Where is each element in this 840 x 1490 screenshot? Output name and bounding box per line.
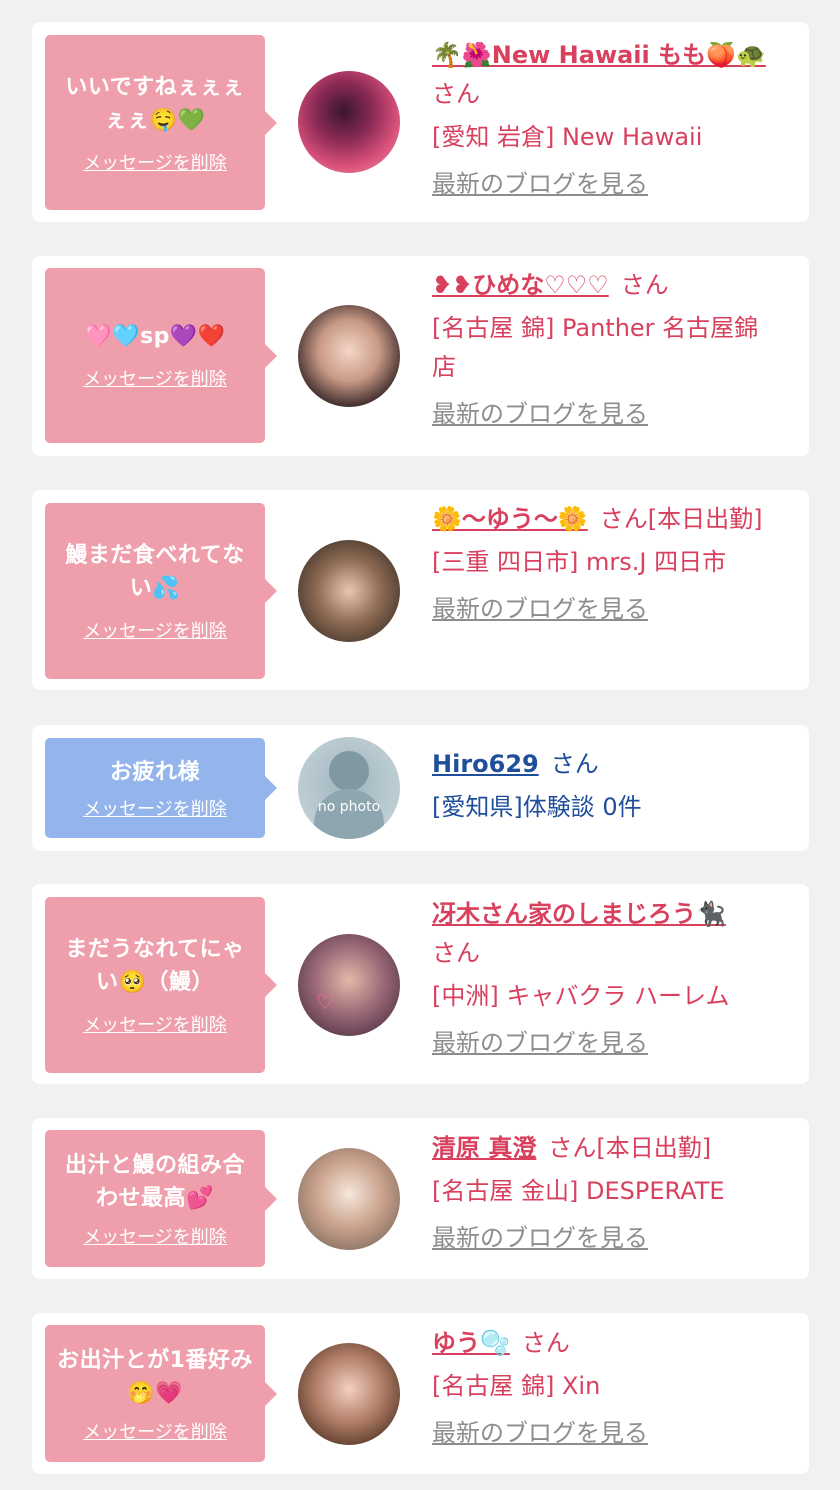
sender-info: Hiro629 さん [愛知県]体験談 0件 <box>432 745 782 827</box>
shop-info: [愛知 岩倉] New Hawaii <box>432 123 703 151</box>
latest-blog-link[interactable]: 最新のブログを見る <box>432 1024 782 1063</box>
silhouette-head-icon <box>329 751 369 791</box>
avatar[interactable] <box>298 540 400 642</box>
shop-info: [中洲] キャバクラ ハーレム <box>432 982 730 1010</box>
message-card: まだうなれてにゃい🥺（鰻） メッセージを削除 ♡ 冴木さん家のしまじろう🐈‍⬛ … <box>32 884 809 1084</box>
avatar[interactable]: ♡ <box>298 934 400 1036</box>
message-card: 鰻まだ食べれてない💦 メッセージを削除 🌼〜ゆう〜🌼 さん[本日出勤] [三重 四… <box>32 490 809 690</box>
avatar[interactable] <box>298 71 400 173</box>
sender-suffix: さん <box>521 1329 570 1357</box>
delete-message-link[interactable]: メッセージを削除 <box>83 617 227 643</box>
message-card: お疲れ様 メッセージを削除 no photo Hiro629 さん [愛知県]体験… <box>32 725 809 851</box>
message-card: いいですねぇぇぇぇぇ🤤💚 メッセージを削除 🌴🌺New Hawaii もも🍑🐢 … <box>32 22 809 222</box>
sender-suffix: さん <box>550 750 599 778</box>
sender-name-link[interactable]: 🌼〜ゆう〜🌼 <box>432 505 588 533</box>
delete-message-link[interactable]: メッセージを削除 <box>83 1223 227 1249</box>
latest-blog-link[interactable]: 最新のブログを見る <box>432 395 782 434</box>
message-bubble: お出汁とが1番好み🤭💗 メッセージを削除 <box>45 1325 277 1462</box>
message-bubble: いいですねぇぇぇぇぇ🤤💚 メッセージを削除 <box>45 35 277 210</box>
message-card: お出汁とが1番好み🤭💗 メッセージを削除 ゆう🫧 さん [名古屋 錦] Xin 最… <box>32 1313 809 1474</box>
sender-info: 🌴🌺New Hawaii もも🍑🐢 さん [愛知 岩倉] New Hawaii … <box>432 36 782 204</box>
message-text: 🩷🩵sp💜❤️ <box>84 324 226 349</box>
sender-name-link[interactable]: ゆう🫧 <box>432 1329 510 1357</box>
message-text: まだうなれてにゃい🥺（鰻） <box>65 937 245 995</box>
delete-message-link[interactable]: メッセージを削除 <box>83 365 227 391</box>
shop-info: [愛知県]体験談 0件 <box>432 793 642 821</box>
avatar[interactable]: no photo <box>298 737 400 839</box>
sender-info: 🌼〜ゆう〜🌼 さん[本日出勤] [三重 四日市] mrs.J 四日市 最新のブログ… <box>432 500 782 629</box>
sender-name-link[interactable]: Hiro629 <box>432 750 539 778</box>
message-text: 鰻まだ食べれてない💦 <box>65 543 245 601</box>
message-card: 出汁と鰻の組み合わせ最高💕 メッセージを削除 清原 真澄 さん[本日出勤] [名古… <box>32 1118 809 1279</box>
sender-name-link[interactable]: 冴木さん家のしまじろう🐈‍⬛ <box>432 900 726 928</box>
latest-blog-link[interactable]: 最新のブログを見る <box>432 1219 782 1258</box>
avatar[interactable] <box>298 1343 400 1445</box>
sender-suffix: さん <box>620 271 669 299</box>
sender-info: 冴木さん家のしまじろう🐈‍⬛ さん [中洲] キャバクラ ハーレム 最新のブログ… <box>432 895 782 1063</box>
sender-info: ゆう🫧 さん [名古屋 錦] Xin 最新のブログを見る <box>432 1324 782 1453</box>
no-photo-label: no photo <box>317 799 381 815</box>
delete-message-link[interactable]: メッセージを削除 <box>83 1418 227 1444</box>
shop-info: [名古屋 金山] DESPERATE <box>432 1177 725 1205</box>
delete-message-link[interactable]: メッセージを削除 <box>83 795 227 821</box>
message-text: いいですねぇぇぇぇぇ🤤💚 <box>65 74 245 133</box>
sender-suffix: さん <box>432 80 480 108</box>
sender-suffix: さん[本日出勤] <box>599 505 763 533</box>
sender-info: 清原 真澄 さん[本日出勤] [名古屋 金山] DESPERATE 最新のブログを… <box>432 1129 782 1258</box>
delete-message-link[interactable]: メッセージを削除 <box>83 1011 227 1037</box>
avatar[interactable] <box>298 305 400 407</box>
sender-info: ❥❥ひめな♡♡♡ さん [名古屋 錦] Panther 名古屋錦店 最新のブログを… <box>432 266 782 434</box>
latest-blog-link[interactable]: 最新のブログを見る <box>432 165 782 204</box>
message-bubble: お疲れ様 メッセージを削除 <box>45 738 277 838</box>
sender-name-link[interactable]: ❥❥ひめな♡♡♡ <box>432 271 609 299</box>
delete-message-link[interactable]: メッセージを削除 <box>83 149 227 175</box>
message-card: 🩷🩵sp💜❤️ メッセージを削除 ❥❥ひめな♡♡♡ さん [名古屋 錦] Pant… <box>32 256 809 456</box>
message-bubble: まだうなれてにゃい🥺（鰻） メッセージを削除 <box>45 897 277 1073</box>
shop-info: [名古屋 錦] Xin <box>432 1372 601 1400</box>
sender-suffix: さん[本日出勤] <box>548 1134 712 1162</box>
sender-suffix: さん <box>432 939 480 967</box>
latest-blog-link[interactable]: 最新のブログを見る <box>432 590 782 629</box>
avatar[interactable] <box>298 1148 400 1250</box>
heart-icon: ♡ <box>316 990 334 1014</box>
latest-blog-link[interactable]: 最新のブログを見る <box>432 1414 782 1453</box>
message-text: お疲れ様 <box>109 759 200 785</box>
shop-info: [名古屋 錦] Panther 名古屋錦店 <box>432 314 759 381</box>
message-bubble: 出汁と鰻の組み合わせ最高💕 メッセージを削除 <box>45 1130 277 1267</box>
message-bubble: 鰻まだ食べれてない💦 メッセージを削除 <box>45 503 277 679</box>
sender-name-link[interactable]: 清原 真澄 <box>432 1134 536 1162</box>
sender-name-link[interactable]: 🌴🌺New Hawaii もも🍑🐢 <box>432 41 766 69</box>
message-text: お出汁とが1番好み🤭💗 <box>57 1347 253 1406</box>
message-text: 出汁と鰻の組み合わせ最高💕 <box>64 1152 245 1211</box>
message-bubble: 🩷🩵sp💜❤️ メッセージを削除 <box>45 268 277 443</box>
shop-info: [三重 四日市] mrs.J 四日市 <box>432 548 727 576</box>
